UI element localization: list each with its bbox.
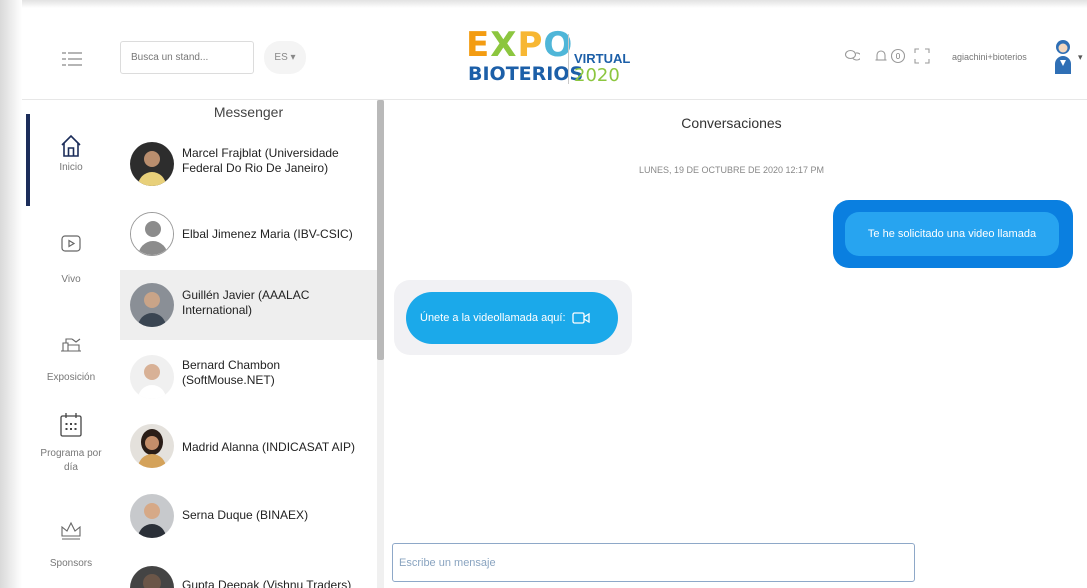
stand-icon bbox=[61, 338, 81, 352]
outgoing-message: Te he solicitado una video llamada bbox=[845, 212, 1059, 256]
contact-name: Gupta Deepak (Vishnu Traders) bbox=[182, 578, 352, 588]
conversation-title: Conversaciones bbox=[681, 115, 782, 131]
contact-item[interactable]: Marcel Frajblat (Universidade Federal Do… bbox=[120, 128, 377, 198]
notifications-icon[interactable]: 0 bbox=[874, 48, 908, 64]
incoming-message-wrapper: Únete a la videollamada aquí: bbox=[394, 280, 632, 355]
fullscreen-icon[interactable] bbox=[914, 48, 930, 64]
contact-item[interactable]: Bernard Chambon (SoftMouse.NET) bbox=[120, 342, 377, 412]
app-window: ES ▾ EXPO BIOTERIOS VIRTUAL 2020 0 bbox=[0, 0, 1087, 588]
messenger-panel: Messenger Marcel Frajblat (Universidade … bbox=[120, 100, 377, 588]
contact-avatar bbox=[130, 283, 174, 327]
user-menu-caret[interactable]: ▾ bbox=[1078, 52, 1083, 63]
nav-label: Exposición bbox=[46, 372, 96, 383]
contact-item-selected[interactable]: Guillén Javier (AAALAC International) bbox=[120, 270, 377, 340]
contact-avatar bbox=[130, 355, 174, 399]
contact-item[interactable]: Gupta Deepak (Vishnu Traders) bbox=[120, 554, 377, 588]
crown-icon bbox=[61, 521, 81, 540]
video-camera-icon[interactable] bbox=[571, 311, 590, 325]
stand-search-input[interactable] bbox=[120, 41, 254, 74]
left-navigation: Inicio Vivo Exposición Programa por día … bbox=[22, 100, 120, 588]
menu-list-icon[interactable] bbox=[62, 52, 82, 66]
nav-item-programa[interactable]: Programa por día bbox=[22, 412, 120, 475]
contact-name: Serna Duque (BINAEX) bbox=[182, 508, 309, 522]
nav-label: Sponsors bbox=[49, 558, 93, 569]
contact-name: Elbal Jimenez Maria (IBV-CSIC) bbox=[182, 227, 353, 241]
messenger-scrollbar[interactable] bbox=[377, 100, 384, 588]
contact-avatar bbox=[130, 494, 174, 538]
nav-label: Programa por día bbox=[40, 448, 102, 473]
nav-item-sponsors[interactable]: Sponsors bbox=[22, 518, 120, 571]
notification-count: 0 bbox=[896, 52, 901, 61]
contact-avatar bbox=[130, 142, 174, 186]
contact-item[interactable]: Serna Duque (BINAEX) bbox=[120, 484, 377, 554]
messenger-title: Messenger bbox=[213, 104, 284, 120]
videocall-join-message[interactable]: Únete a la videollamada aquí: bbox=[406, 292, 618, 344]
logo-divider bbox=[568, 34, 569, 84]
nav-item-inicio[interactable]: Inicio bbox=[22, 134, 120, 175]
contact-name: Bernard Chambon (SoftMouse.NET) bbox=[182, 358, 281, 387]
window-shadow-left bbox=[0, 0, 22, 588]
calendar-icon bbox=[60, 413, 82, 437]
contact-avatar bbox=[130, 424, 174, 468]
contact-avatar-placeholder bbox=[130, 212, 174, 256]
conversation-panel: Conversaciones LUNES, 19 DE OCTUBRE DE 2… bbox=[384, 100, 1087, 588]
outgoing-message-wrapper: Te he solicitado una video llamada bbox=[833, 200, 1073, 268]
incoming-message-text: Únete a la videollamada aquí: bbox=[420, 312, 566, 324]
contact-name: Guillén Javier (AAALAC International) bbox=[182, 288, 310, 317]
user-avatar-icon[interactable] bbox=[1052, 38, 1074, 76]
language-select[interactable]: ES ▾ bbox=[264, 41, 306, 74]
window-shadow-top bbox=[0, 0, 1087, 8]
logo-virtual-text: VIRTUAL bbox=[574, 51, 631, 66]
contact-item[interactable]: Madrid Alanna (INDICASAT AIP) bbox=[120, 414, 377, 484]
scrollbar-thumb[interactable] bbox=[377, 100, 384, 360]
home-icon bbox=[61, 134, 81, 157]
username-label[interactable]: agiachini+bioterios bbox=[952, 52, 1027, 62]
contact-avatar bbox=[130, 566, 174, 588]
nav-label: Inicio bbox=[59, 162, 83, 173]
contact-name: Madrid Alanna (INDICASAT AIP) bbox=[182, 440, 355, 454]
contact-name: Marcel Frajblat (Universidade Federal Do… bbox=[182, 146, 339, 175]
logo-bioterios-text: BIOTERIOS bbox=[468, 63, 584, 85]
conversation-date: LUNES, 19 DE OCTUBRE DE 2020 12:17 PM bbox=[638, 165, 825, 175]
logo-expo-text: EXPO bbox=[466, 25, 574, 65]
logo-year-text: 2020 bbox=[574, 65, 620, 86]
top-header: ES ▾ EXPO BIOTERIOS VIRTUAL 2020 0 bbox=[22, 8, 1087, 100]
expo-bioterios-logo: EXPO BIOTERIOS VIRTUAL 2020 bbox=[466, 28, 656, 88]
nav-label: Vivo bbox=[61, 274, 81, 285]
play-icon bbox=[61, 235, 81, 252]
nav-item-vivo[interactable]: Vivo bbox=[22, 232, 120, 287]
nav-item-exposicion[interactable]: Exposición bbox=[22, 332, 120, 385]
chat-icon[interactable] bbox=[844, 48, 860, 64]
message-input[interactable] bbox=[392, 543, 915, 582]
contact-item[interactable]: Elbal Jimenez Maria (IBV-CSIC) bbox=[120, 198, 377, 268]
